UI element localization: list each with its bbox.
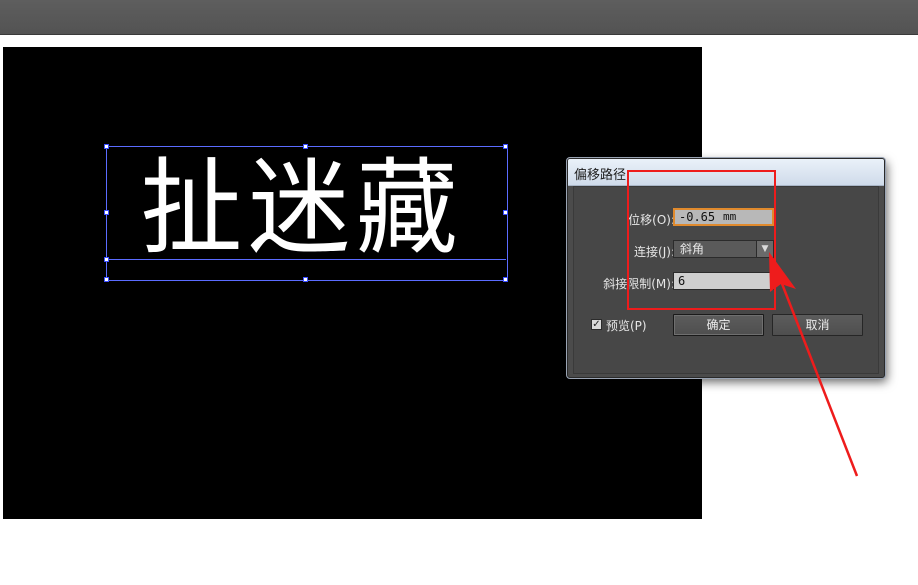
application-toolbar xyxy=(0,0,918,35)
selection-handle-top-center[interactable] xyxy=(303,144,308,149)
selection-handle-middle-left[interactable] xyxy=(104,210,109,215)
selection-handle-top-right[interactable] xyxy=(503,144,508,149)
ok-button[interactable]: 确定 xyxy=(673,314,764,336)
selection-handle-bottom-right[interactable] xyxy=(503,277,508,282)
cancel-button[interactable]: 取消 xyxy=(772,314,863,336)
selection-bounding-box[interactable] xyxy=(106,146,508,281)
baseline-anchor-left[interactable] xyxy=(104,257,109,262)
text-baseline xyxy=(106,259,506,260)
preview-label[interactable]: 预览(P) xyxy=(606,317,647,334)
selection-handle-middle-right[interactable] xyxy=(503,210,508,215)
annotation-highlight-box xyxy=(627,170,776,310)
selection-handle-top-left[interactable] xyxy=(104,144,109,149)
dialog-title: 偏移路径 xyxy=(574,168,627,183)
preview-checkbox[interactable]: ✓ xyxy=(591,319,602,330)
selection-handle-bottom-center[interactable] xyxy=(303,277,308,282)
selection-handle-bottom-left[interactable] xyxy=(104,277,109,282)
